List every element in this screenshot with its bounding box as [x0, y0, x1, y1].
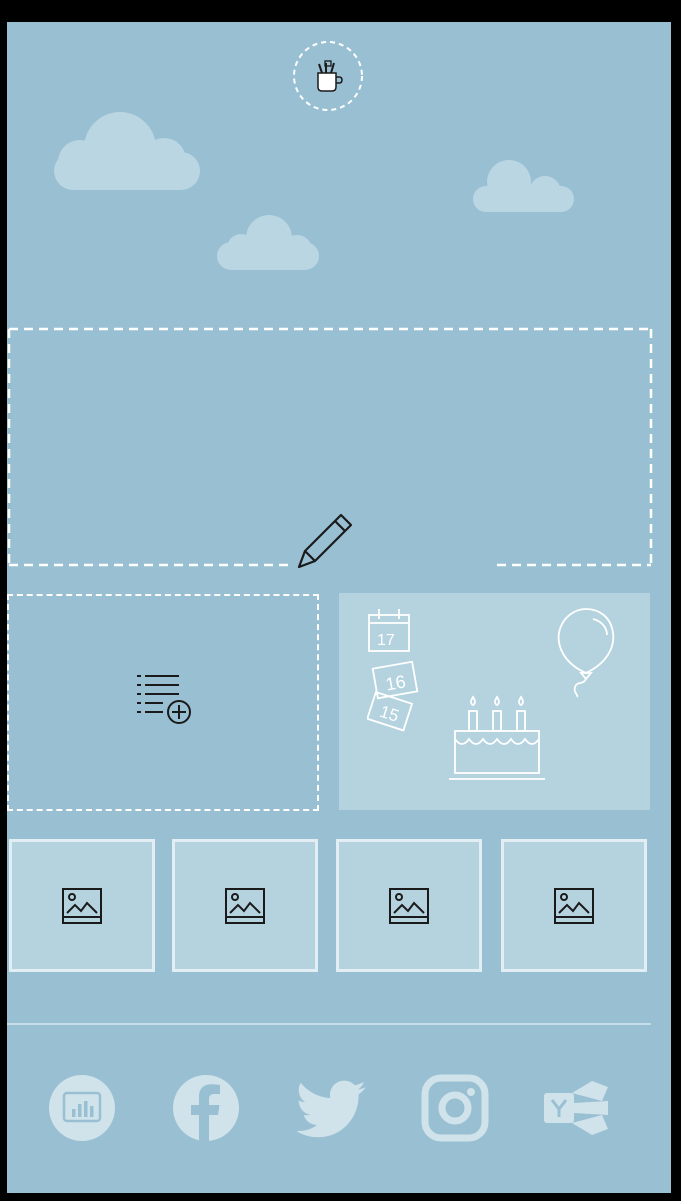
photo-tile-1[interactable]	[9, 839, 155, 972]
cloud-decoration	[217, 215, 319, 270]
birthday-cake-icon	[449, 695, 545, 780]
yammer-icon	[544, 1081, 608, 1135]
twitter-icon	[295, 1080, 366, 1138]
instagram-icon	[421, 1074, 489, 1142]
analytics-icon	[49, 1075, 115, 1141]
calendar-day-17: 17	[377, 632, 395, 649]
mug-with-pencils-icon	[293, 41, 363, 111]
cloud-decoration	[473, 160, 574, 212]
calendar-day-15: 15	[377, 702, 401, 726]
image-placeholder-icon	[554, 887, 594, 924]
cloud-decoration	[54, 112, 200, 190]
photo-tile-3[interactable]	[336, 839, 482, 972]
calendar-day-16: 16	[384, 671, 407, 694]
photo-tile-4[interactable]	[501, 839, 647, 972]
facebook-link[interactable]	[171, 1073, 241, 1143]
page-canvas: 17 16 15	[7, 22, 671, 1193]
yammer-link[interactable]	[542, 1073, 612, 1143]
balloon-icon	[557, 608, 615, 698]
pencil-icon[interactable]	[293, 511, 355, 573]
twitter-link[interactable]	[295, 1073, 367, 1143]
facebook-icon	[173, 1075, 239, 1143]
image-placeholder-icon	[389, 887, 429, 924]
image-placeholder-icon	[225, 887, 265, 924]
photo-tile-2[interactable]	[172, 839, 318, 972]
analytics-link[interactable]	[47, 1073, 117, 1143]
image-placeholder-icon	[62, 887, 102, 924]
logo-button[interactable]	[292, 40, 364, 112]
instagram-link[interactable]	[420, 1073, 490, 1143]
section-divider	[7, 1023, 651, 1025]
calendar-icon: 17 16 15	[367, 609, 419, 732]
birthday-tile[interactable]: 17 16 15	[339, 593, 650, 810]
list-add-icon	[137, 675, 191, 724]
add-list-tile[interactable]	[7, 594, 319, 811]
banner-edit-area[interactable]	[7, 327, 653, 569]
